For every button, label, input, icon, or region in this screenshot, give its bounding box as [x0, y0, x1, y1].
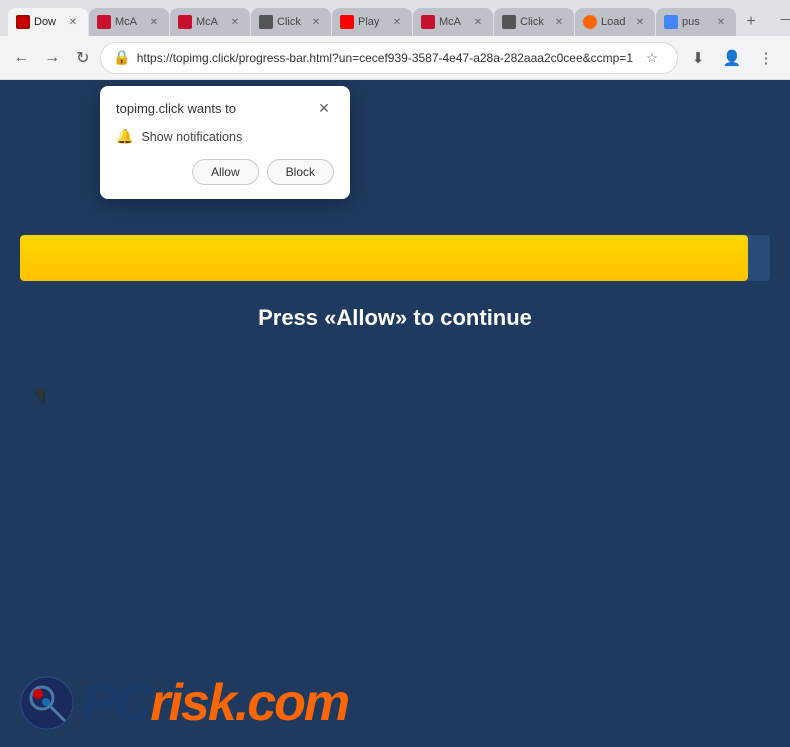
progress-bar-fill: [20, 235, 748, 281]
address-bar[interactable]: 🔒 https://topimg.click/progress-bar.html…: [100, 42, 678, 74]
popup-header: topimg.click wants to ✕: [116, 98, 334, 118]
tab-close-click2[interactable]: ✕: [552, 15, 566, 29]
forward-button[interactable]: →: [39, 42, 66, 74]
tab-close-play[interactable]: ✕: [390, 15, 404, 29]
back-button[interactable]: ←: [8, 42, 35, 74]
tab-title-mc1: McA: [115, 16, 137, 28]
progress-bar-container: 97%: [20, 235, 770, 281]
tab-favicon-mc3: [421, 15, 435, 29]
title-bar: Dow ✕ McA ✕ McA ✕ Click ✕: [0, 0, 790, 36]
tab-push[interactable]: pus ✕: [656, 8, 736, 36]
tab-close-load[interactable]: ✕: [633, 15, 647, 29]
tab-title-dow: Dow: [34, 16, 56, 28]
bell-icon: 🔔: [116, 128, 133, 145]
tab-favicon-click: [259, 15, 273, 29]
tab-dow[interactable]: Dow ✕: [8, 8, 88, 36]
popup-title: topimg.click wants to: [116, 101, 236, 116]
download-button[interactable]: ⬇: [682, 42, 714, 74]
tab-title-play: Play: [358, 16, 379, 28]
tab-title-push: pus: [682, 16, 700, 28]
tabs-area: Dow ✕ McA ✕ McA ✕ Click ✕: [8, 0, 765, 36]
tab-click2[interactable]: Click ✕: [494, 8, 574, 36]
window-controls: — ❐ ✕: [773, 4, 790, 32]
pcrisk-text-block: PCrisk.com: [82, 673, 348, 733]
tab-title-load: Load: [601, 16, 625, 28]
bookmark-button[interactable]: ☆: [639, 45, 665, 71]
tab-favicon-play: [340, 15, 354, 29]
address-text: https://topimg.click/progress-bar.html?u…: [137, 51, 633, 65]
popup-close-button[interactable]: ✕: [314, 98, 334, 118]
tab-mc3[interactable]: McA ✕: [413, 8, 493, 36]
page-content: topimg.click wants to ✕ 🔔 Show notificat…: [0, 80, 790, 747]
tab-click[interactable]: Click ✕: [251, 8, 331, 36]
popup-permission-text: Show notifications: [141, 130, 242, 144]
tab-title-click2: Click: [520, 16, 544, 28]
pcrisk-logo: PCrisk.com: [20, 673, 348, 733]
risk-text: risk.com: [150, 674, 348, 732]
minimize-button[interactable]: —: [773, 4, 790, 32]
tab-close-mc2[interactable]: ✕: [228, 15, 242, 29]
progress-section: 97%: [20, 235, 770, 281]
popup-actions: Allow Block: [116, 159, 334, 185]
browser-window: Dow ✕ McA ✕ McA ✕ Click ✕: [0, 0, 790, 747]
cta-text: Press «Allow» to continue: [0, 305, 790, 331]
navigation-bar: ← → ↻ 🔒 https://topimg.click/progress-ba…: [0, 36, 790, 80]
tab-favicon-mc2: [178, 15, 192, 29]
address-actions: ☆: [639, 45, 665, 71]
tab-load[interactable]: Load ✕: [575, 8, 655, 36]
tab-close-mc3[interactable]: ✕: [471, 15, 485, 29]
allow-button[interactable]: Allow: [192, 159, 259, 185]
tab-favicon-load: [583, 15, 597, 29]
pc-text: PC: [82, 674, 150, 732]
cursor-indicator: [35, 390, 43, 404]
pcrisk-icon: [20, 676, 74, 730]
nav-extras: ⬇ 👤 ⋮: [682, 42, 782, 74]
tab-close-click[interactable]: ✕: [309, 15, 323, 29]
tab-favicon-click2: [502, 15, 516, 29]
new-tab-button[interactable]: +: [737, 8, 765, 36]
tab-favicon-mc1: [97, 15, 111, 29]
menu-button[interactable]: ⋮: [750, 42, 782, 74]
tab-close-mc1[interactable]: ✕: [147, 15, 161, 29]
tab-title-mc2: McA: [196, 16, 218, 28]
block-button[interactable]: Block: [267, 159, 334, 185]
tab-mc1[interactable]: McA ✕: [89, 8, 169, 36]
tab-title-mc3: McA: [439, 16, 461, 28]
tab-close-push[interactable]: ✕: [714, 15, 728, 29]
tab-title-click: Click: [277, 16, 301, 28]
tab-favicon-dow: [16, 15, 30, 29]
popup-permission-row: 🔔 Show notifications: [116, 128, 334, 145]
reload-button[interactable]: ↻: [70, 42, 97, 74]
security-icon: 🔒: [113, 49, 130, 66]
tab-play[interactable]: Play ✕: [332, 8, 412, 36]
profile-button[interactable]: 👤: [716, 42, 748, 74]
tab-mc2[interactable]: McA ✕: [170, 8, 250, 36]
tab-favicon-push: [664, 15, 678, 29]
tab-close-dow[interactable]: ✕: [66, 15, 80, 29]
notification-popup: topimg.click wants to ✕ 🔔 Show notificat…: [100, 86, 350, 199]
